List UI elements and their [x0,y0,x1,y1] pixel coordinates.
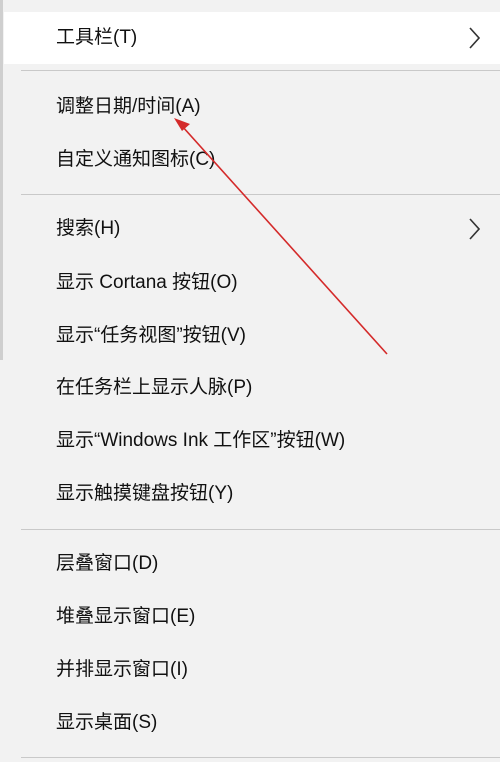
menu-item-side-by-side-windows[interactable]: 并排显示窗口(I) [4,644,500,696]
menu-item-label: 显示 Cortana 按钮(O) [56,272,238,293]
menu-separator [21,194,500,195]
menu-item-toolbars[interactable]: 工具栏(T) [4,12,500,64]
window-edge [0,0,3,360]
menu-item-adjust-date-time[interactable]: 调整日期/时间(A) [4,81,500,133]
menu-item-show-task-view-button[interactable]: 显示“任务视图”按钮(V) [4,310,500,362]
menu-item-cascade-windows[interactable]: 层叠窗口(D) [4,538,500,590]
menu-item-show-people[interactable]: 在任务栏上显示人脉(P) [4,362,500,414]
menu-item-label: 堆叠显示窗口(E) [56,606,196,627]
menu-separator [21,757,500,758]
menu-item-label: 工具栏(T) [56,27,138,48]
menu-item-label: 层叠窗口(D) [56,553,159,574]
menu-item-show-windows-ink-button[interactable]: 显示“Windows Ink 工作区”按钮(W) [4,415,500,467]
menu-item-label: 显示桌面(S) [56,712,158,733]
menu-item-search[interactable]: 搜索(H) [4,203,500,255]
menu-item-label: 自定义通知图标(C) [56,149,216,170]
menu-item-label: 在任务栏上显示人脉(P) [56,377,253,398]
menu-separator [21,70,500,71]
menu-item-stack-windows[interactable]: 堆叠显示窗口(E) [4,591,500,643]
menu-separator [21,529,500,530]
menu-item-label: 并排显示窗口(I) [56,659,188,680]
menu-item-label: 显示触摸键盘按钮(Y) [56,483,234,504]
menu-item-customize-notification-icons[interactable]: 自定义通知图标(C) [4,134,500,186]
menu-item-label: 调整日期/时间(A) [56,96,201,117]
menu-item-show-desktop[interactable]: 显示桌面(S) [4,697,500,749]
menu-item-label: 搜索(H) [56,218,121,239]
taskbar-context-menu: 工具栏(T) 调整日期/时间(A) 自定义通知图标(C) 搜索(H) 显示 Co… [4,0,500,762]
menu-item-show-cortana-button[interactable]: 显示 Cortana 按钮(O) [4,257,500,309]
chevron-right-icon [468,12,482,64]
menu-item-label: 显示“任务视图”按钮(V) [56,325,246,346]
menu-item-label: 显示“Windows Ink 工作区”按钮(W) [56,430,346,451]
chevron-right-icon [468,203,482,255]
menu-item-show-touch-keyboard-button[interactable]: 显示触摸键盘按钮(Y) [4,468,500,520]
